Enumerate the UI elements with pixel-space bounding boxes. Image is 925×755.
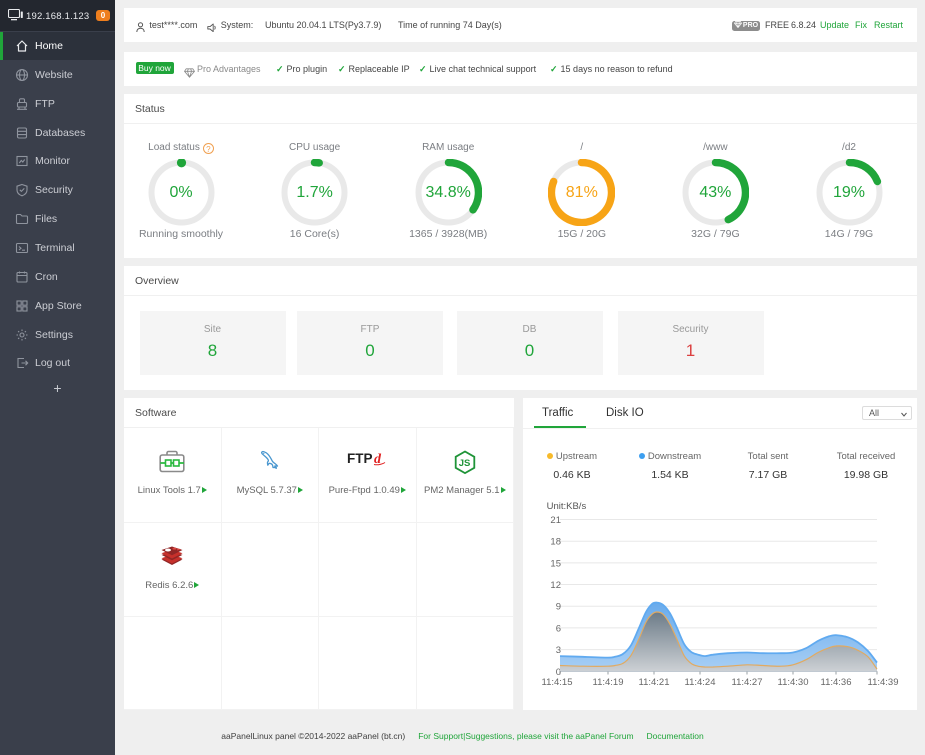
svg-text:Unit:KB/s: Unit:KB/s (547, 501, 587, 512)
svg-text:15: 15 (550, 558, 561, 569)
svg-text:11:4:24: 11:4:24 (685, 677, 716, 688)
svg-text:3: 3 (556, 645, 561, 656)
svg-text:6: 6 (556, 623, 561, 634)
svg-text:11:4:27: 11:4:27 (732, 677, 763, 688)
svg-text:18: 18 (550, 537, 561, 548)
svg-text:11:4:19: 11:4:19 (593, 677, 624, 688)
svg-text:11:4:39: 11:4:39 (868, 677, 899, 688)
svg-text:FTP: FTP (347, 451, 373, 466)
svg-text:JS: JS (458, 458, 470, 469)
svg-text:21: 21 (550, 515, 561, 526)
svg-text:11:4:21: 11:4:21 (639, 677, 670, 688)
svg-text:11:4:30: 11:4:30 (778, 677, 809, 688)
svg-text:11:4:15: 11:4:15 (542, 677, 573, 688)
svg-text:9: 9 (556, 602, 561, 613)
svg-text:d: d (374, 452, 382, 466)
svg-text:11:4:36: 11:4:36 (821, 677, 852, 688)
svg-text:12: 12 (550, 580, 561, 591)
